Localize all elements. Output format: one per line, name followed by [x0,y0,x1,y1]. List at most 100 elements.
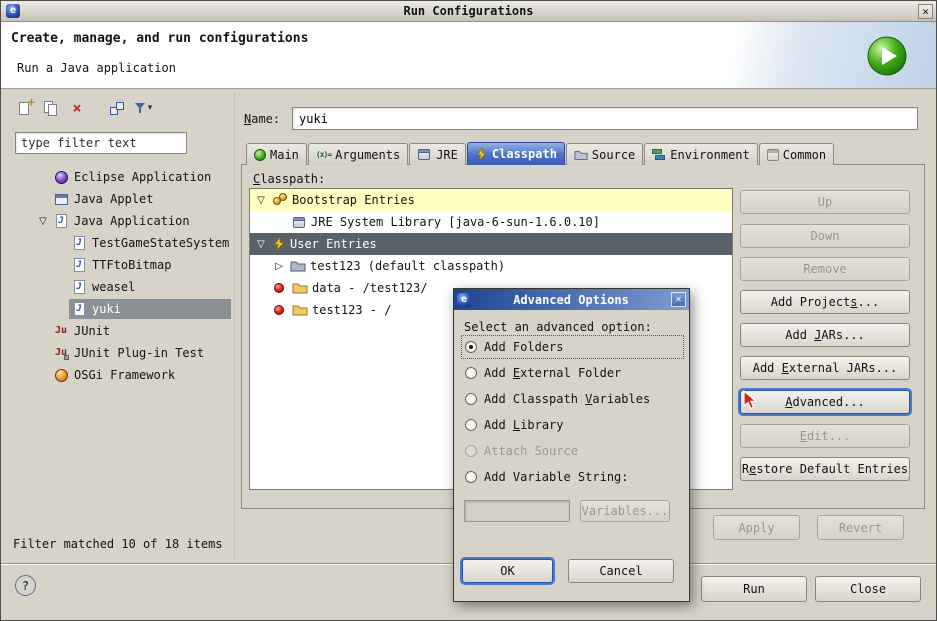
window-title: Run Configurations [1,4,936,18]
jar-icon [292,215,307,230]
launch-config-tree: Eclipse Application Java Applet ▽ JJava … [9,166,231,386]
new-config-button[interactable]: + [13,96,37,120]
java-application-icon: J [71,301,87,317]
sidebar-item-osgi-framework[interactable]: OSGi Framework [9,364,231,386]
panel-separator[interactable] [234,93,235,559]
header-banner: Create, manage, and run configurations R… [1,22,936,89]
collapse-all-button[interactable] [105,96,129,120]
classpath-item-user-entries[interactable]: ▽ User Entries [250,233,732,255]
eclipse-logo-icon: e [457,293,471,307]
window-close-button[interactable]: × [918,4,933,19]
filter-menu-button[interactable]: ▾ [131,96,155,120]
radio-icon [465,445,477,457]
radio-attach-source: Attach Source [462,440,683,462]
tab-common[interactable]: Common [759,143,834,165]
collapse-all-icon [109,100,125,116]
junit-icon: Ju [53,323,69,339]
java-applet-icon [53,191,69,207]
close-icon: × [675,295,681,305]
sidebar-item-java-applet[interactable]: Java Applet [9,188,231,210]
variable-string-input [464,500,570,522]
duplicate-config-button[interactable] [39,96,63,120]
tab-environment[interactable]: Environment [644,143,757,165]
java-application-icon: J [71,235,87,251]
bootstrap-entries-icon [272,192,288,208]
junit-plugin-icon: Ju [53,345,69,361]
new-config-icon: + [17,100,33,116]
radio-icon [465,393,477,405]
sidebar-item-testgamestatesystem[interactable]: JTestGameStateSystem [9,232,231,254]
revert-button[interactable]: Revert [817,515,904,540]
folder-icon [292,302,308,318]
filter-icon [134,100,147,116]
filter-input[interactable] [15,132,187,154]
classpath-item-test123-default[interactable]: ▷ test123 (default classpath) [250,255,732,277]
osgi-icon [53,367,69,383]
user-entries-icon [272,237,286,251]
red-marker-icon [272,280,288,296]
expander-icon[interactable]: ▽ [254,239,268,250]
jre-tab-icon [417,147,432,162]
launch-config-toolbar: + × ▾ [13,95,155,121]
sidebar-item-weasel[interactable]: Jweasel [9,276,231,298]
tab-arguments[interactable]: (x)=Arguments [308,143,408,165]
radio-add-external-folder[interactable]: Add External Folder [462,362,683,384]
sidebar-item-junit-plugin-test[interactable]: JuJUnit Plug-in Test [9,342,231,364]
duplicate-icon [43,100,59,116]
sidebar-item-eclipse-application[interactable]: Eclipse Application [9,166,231,188]
classpath-item-jre-system-library[interactable]: JRE System Library [java-6-sun-1.6.0.10] [250,211,732,233]
tab-source[interactable]: Source [566,143,643,165]
radio-icon [465,341,477,353]
delete-config-button[interactable]: × [65,96,89,120]
filter-status-text: Filter matched 10 of 18 items [13,537,223,551]
java-application-icon: J [53,213,69,229]
classpath-tab-icon [475,148,488,161]
cancel-button[interactable]: Cancel [568,559,674,583]
tab-jre[interactable]: JRE [409,143,466,165]
radio-icon [465,367,477,379]
expander-icon[interactable]: ▷ [272,261,286,272]
source-tab-icon [574,148,588,162]
tab-classpath[interactable]: Classpath [467,142,565,165]
dialog-title: Advanced Options [475,293,667,307]
name-input[interactable] [292,107,918,130]
apply-button[interactable]: Apply [713,515,800,540]
banner-subtitle: Run a Java application [17,61,176,75]
sidebar-item-ttftobitmap[interactable]: JTTFtoBitmap [9,254,231,276]
sidebar-item-yuki[interactable]: Jyuki [9,298,231,320]
run-badge-icon [866,35,908,77]
name-label: Name: [244,112,280,126]
dropdown-arrow-icon: ▾ [148,103,153,113]
sidebar-item-junit[interactable]: JuJUnit [9,320,231,342]
window-titlebar[interactable]: e Run Configurations × [1,1,936,22]
environment-tab-icon [652,148,666,162]
red-marker-icon [272,302,288,318]
dialog-close-button[interactable]: × [671,292,686,307]
radio-add-variable-string[interactable]: Add Variable String: [462,466,683,488]
ok-button[interactable]: OK [462,559,553,583]
expander-icon[interactable]: ▽ [35,216,51,227]
sidebar-item-java-application[interactable]: ▽ JJava Application [9,210,231,232]
help-button[interactable]: ? [15,575,36,596]
main-tab-icon [254,149,266,161]
radio-add-classpath-variables[interactable]: Add Classpath Variables [462,388,683,410]
java-application-icon: J [71,257,87,273]
arguments-tab-icon: (x)= [316,150,331,159]
dialog-titlebar[interactable]: e Advanced Options × [454,289,689,310]
run-button[interactable]: Run [701,576,807,602]
classpath-item-bootstrap-entries[interactable]: ▽ Bootstrap Entries [250,189,732,211]
dialog-prompt: Select an advanced option: [464,320,652,334]
help-icon: ? [22,579,29,593]
close-button[interactable]: Close [815,576,921,602]
banner-title: Create, manage, and run configurations [11,31,308,46]
eclipse-application-icon [53,169,69,185]
radio-add-library[interactable]: Add Library [462,414,683,436]
radio-icon [465,471,477,483]
folder-icon [292,280,308,296]
run-configurations-window: e Run Configurations × Create, manage, a… [0,0,937,621]
close-icon: × [922,6,929,17]
project-icon [290,258,306,274]
radio-add-folders[interactable]: Add Folders [462,336,683,358]
tab-main[interactable]: Main [246,143,307,165]
expander-icon[interactable]: ▽ [254,195,268,206]
